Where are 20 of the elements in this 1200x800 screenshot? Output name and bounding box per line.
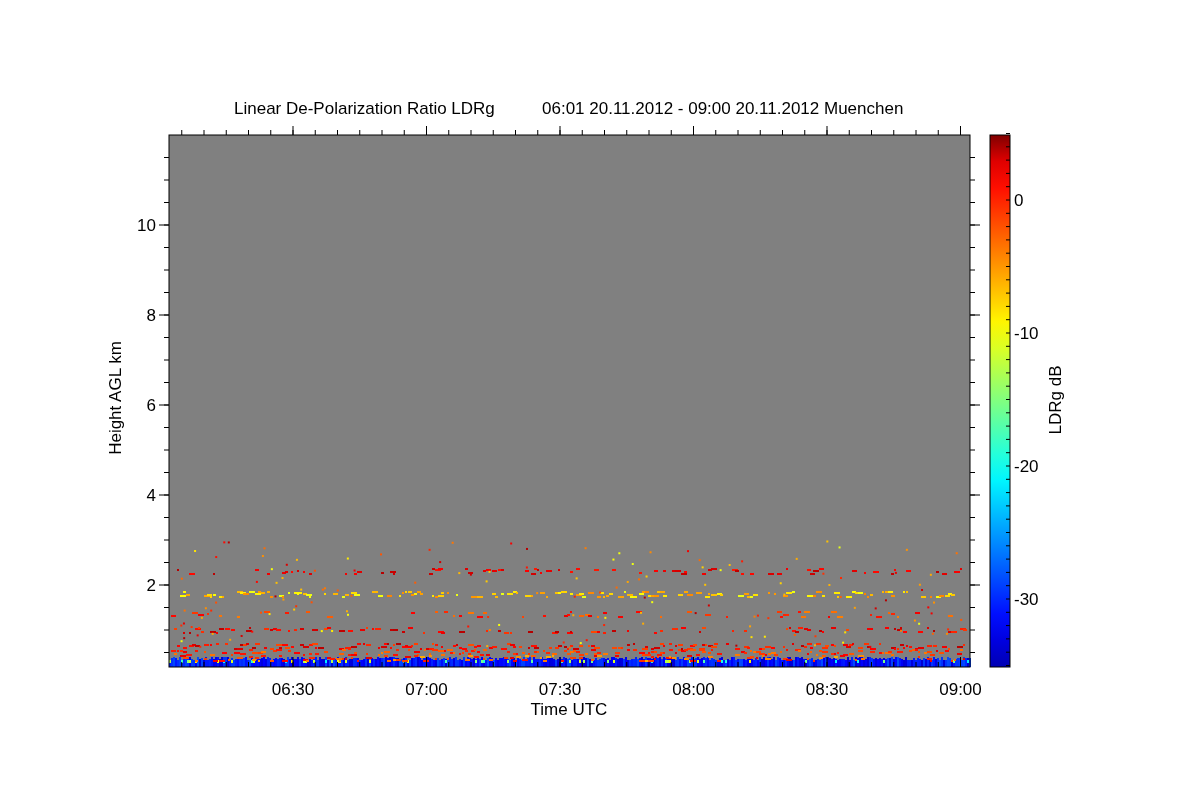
colorbar-tick-label: -20 [1014, 457, 1039, 476]
colorbar-tick-label: 0 [1014, 191, 1024, 210]
colorbar-tick-label: -30 [1014, 590, 1039, 609]
x-tick-label: 07:30 [538, 680, 582, 699]
y-axis-label: Height AGL km [106, 341, 125, 455]
chart-title: 06:01 20.11.2012 - 09:00 20.11.2012 Muenchen [542, 99, 904, 118]
x-tick-label: 09:00 [939, 680, 982, 699]
y-tick-label: 6 [146, 396, 156, 415]
y-tick-label: 2 [146, 576, 156, 595]
y-tick-label: 4 [146, 486, 156, 505]
y-tick-label: 8 [146, 306, 156, 325]
x-tick-label: 07:00 [405, 680, 448, 699]
colorbar-label: LDRg dB [1046, 365, 1065, 435]
x-tick-label: 08:30 [805, 680, 849, 699]
colorbar-tick-label: -10 [1014, 324, 1039, 343]
x-tick-label: 06:30 [271, 680, 315, 699]
x-tick-label: 08:00 [672, 680, 715, 699]
x-axis-label: Time UTC [530, 700, 608, 719]
chart-title: Linear De-Polarization Ratio LDRg [234, 99, 495, 118]
y-tick-label: 10 [137, 216, 156, 235]
